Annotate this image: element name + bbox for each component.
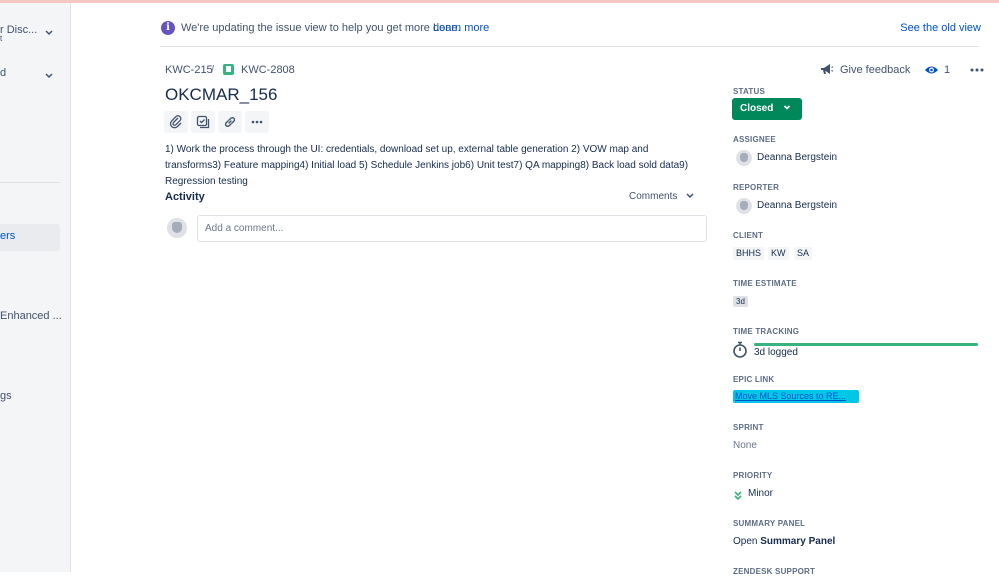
sidebar-item-enhanced[interactable]: Enhanced ...: [0, 310, 62, 322]
time-tracking-label: TIME TRACKING: [733, 327, 800, 336]
chevron-down-icon: [782, 102, 792, 115]
sprint-value[interactable]: None: [733, 440, 757, 451]
chevron-down-icon[interactable]: [45, 28, 53, 39]
megaphone-icon: [819, 62, 834, 82]
info-icon: i: [161, 21, 175, 35]
attach-button[interactable]: [164, 111, 188, 133]
status-dropdown[interactable]: Closed: [732, 98, 802, 120]
assignee-name: Deanna Bergstein: [757, 152, 838, 163]
summary-open-text: Open: [733, 536, 758, 547]
issue-more-button[interactable]: [970, 64, 984, 73]
comments-filter-label: Comments: [629, 191, 678, 202]
client-label: CLIENT: [733, 231, 764, 240]
priority-label: PRIORITY: [733, 471, 773, 480]
comment-input[interactable]: [197, 215, 707, 242]
sidebar-item-settings[interactable]: gs: [0, 390, 12, 402]
watcher-count: 1: [944, 64, 951, 76]
eye-icon: [924, 63, 939, 81]
activity-heading: Activity: [165, 191, 205, 203]
epic-link[interactable]: Move MLS Sources to RE...: [733, 390, 859, 403]
epic-link-label: EPIC LINK: [733, 375, 775, 384]
sidebar: r Disc... t d ers Enhanced ... gs: [0, 3, 71, 572]
time-tracking-progress-bar[interactable]: [754, 343, 978, 346]
link-issue-button[interactable]: [218, 111, 242, 133]
more-icon: [970, 60, 984, 76]
learn-more-link[interactable]: Learn more: [433, 22, 489, 34]
priority-value: Minor: [748, 488, 774, 499]
old-view-link[interactable]: See the old view: [900, 22, 981, 34]
issue-description[interactable]: 1) Work the process through the UI: cred…: [165, 142, 705, 190]
sprint-label: SPRINT: [733, 423, 764, 432]
sidebar-divider: [0, 182, 60, 183]
story-icon: [223, 64, 234, 75]
sidebar-item-project[interactable]: r Disc...: [0, 24, 37, 36]
more-actions-button[interactable]: [245, 111, 269, 133]
chevron-down-icon: [686, 191, 694, 202]
sidebar-item-project-sub: t: [0, 34, 3, 43]
reporter-avatar: [736, 198, 752, 214]
reporter-label: REPORTER: [733, 183, 780, 192]
open-summary-panel-link[interactable]: Open Summary Panel: [733, 536, 835, 547]
assignee-avatar: [736, 150, 752, 166]
current-user-avatar: [167, 218, 187, 238]
time-estimate-label: TIME ESTIMATE: [733, 279, 797, 288]
top-accent-line: [0, 0, 999, 3]
issue-title[interactable]: OKCMAR_156: [165, 85, 277, 105]
breadcrumb-separator: /: [211, 64, 215, 76]
reporter-name: Deanna Bergstein: [757, 200, 838, 211]
client-tag[interactable]: SA: [794, 247, 813, 260]
breadcrumb-issue[interactable]: KWC-2808: [241, 64, 295, 76]
sidebar-item-second[interactable]: d: [0, 67, 6, 79]
assignee-label: ASSIGNEE: [733, 135, 776, 144]
breadcrumb-parent[interactable]: KWC-215: [165, 64, 213, 76]
comments-filter-dropdown[interactable]: Comments: [629, 191, 694, 202]
summary-panel-text: Summary Panel: [760, 536, 836, 547]
summary-panel-label: SUMMARY PANEL: [733, 519, 806, 528]
status-value: Closed: [740, 103, 774, 114]
sidebar-item-selected[interactable]: ers: [0, 230, 15, 242]
update-banner: i We're updating the issue view to help …: [160, 18, 981, 47]
banner-text: We're updating the issue view to help yo…: [181, 22, 461, 34]
time-tracking-value: 3d logged: [754, 347, 798, 358]
priority-minor-icon: [733, 488, 743, 506]
time-estimate-value[interactable]: 3d: [733, 296, 748, 307]
child-issue-button[interactable]: [191, 111, 215, 133]
client-tag[interactable]: KW: [768, 247, 789, 260]
status-label: STATUS: [733, 87, 766, 96]
stopwatch-icon: [732, 341, 748, 363]
give-feedback-label: Give feedback: [840, 64, 911, 76]
chevron-down-icon[interactable]: [45, 71, 53, 82]
client-tag[interactable]: BHHS: [733, 247, 765, 260]
